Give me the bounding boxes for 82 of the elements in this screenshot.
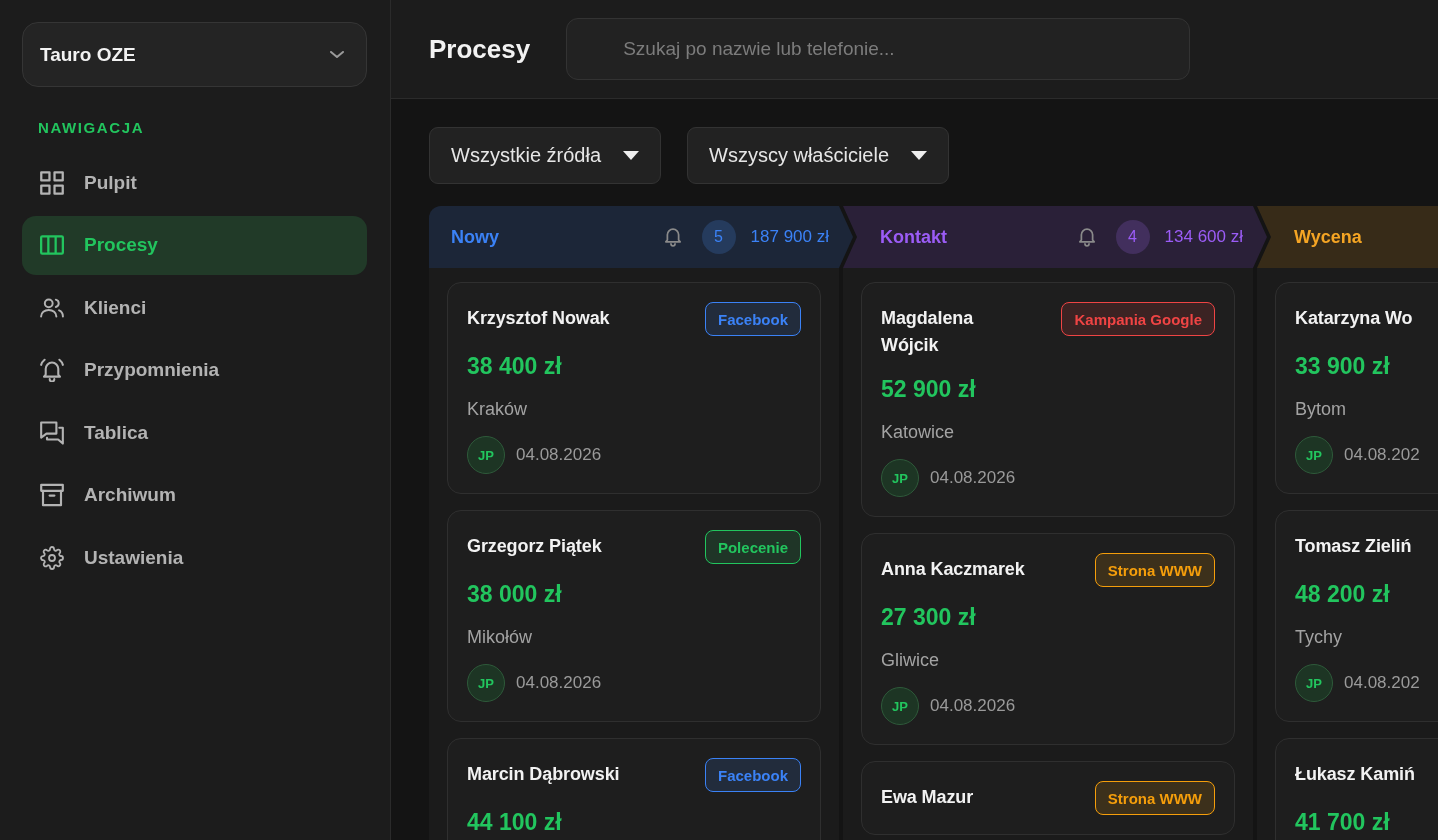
city-label: Tychy	[1295, 626, 1342, 648]
date-label: 04.08.202	[1344, 444, 1420, 466]
client-name: Katarzyna Wo	[1295, 307, 1413, 330]
date-label: 04.08.2026	[930, 695, 1016, 717]
date-label: 04.08.202	[1344, 672, 1420, 694]
city-label: Katowice	[881, 421, 955, 443]
city-label: Gliwice	[881, 649, 939, 671]
deal-amount: 33 900 zł	[1295, 352, 1390, 380]
column-total: 134 600 zł	[1164, 226, 1243, 248]
count-badge: 4	[1115, 220, 1150, 254]
users-icon	[40, 295, 64, 320]
deal-amount: 38 000 zł	[467, 580, 562, 608]
columns-icon	[40, 233, 64, 257]
filter-dropdown[interactable]: Wszyscy właściciele	[687, 127, 950, 184]
chevron-down-icon	[330, 51, 344, 58]
lead-card[interactable]: Łukasz Kamiń 41 700 zł	[1275, 738, 1438, 840]
client-name: Magdalena Wójcik	[881, 307, 975, 357]
grid-icon	[40, 170, 64, 195]
lead-card[interactable]: Marcin Dąbrowski Facebook 44 100 zł	[447, 738, 821, 840]
column-title: Wycena	[1294, 226, 1362, 249]
client-name: Marcin Dąbrowski	[467, 763, 620, 786]
filter-dropdown[interactable]: Wszystkie źródła	[429, 127, 662, 184]
owner-avatar: JP	[1295, 436, 1333, 474]
caret-down-icon	[623, 151, 640, 160]
nav-item[interactable]: Archiwum	[22, 465, 367, 525]
caret-down-icon	[911, 151, 928, 160]
nav-item[interactable]: Ustawienia	[22, 528, 367, 587]
client-name: Tomasz Zieliń	[1295, 535, 1412, 558]
lead-card[interactable]: Anna Kaczmarek Strona WWW 27 300 zł Gliwice JP 04.08.2026	[861, 533, 1235, 745]
count-badge: 5	[701, 220, 736, 254]
column-title: Nowy	[451, 226, 499, 249]
date-label: 04.08.2026	[516, 444, 602, 466]
archive-box-icon	[40, 483, 64, 507]
alarm-bell-icon	[40, 358, 64, 382]
client-name: Anna Kaczmarek	[881, 558, 1025, 581]
city-label: Kraków	[467, 398, 528, 420]
deal-amount: 38 400 zł	[467, 352, 562, 380]
owner-avatar: JP	[1295, 664, 1333, 702]
client-name: Grzegorz Piątek	[467, 535, 602, 558]
column-title: Kontakt	[880, 226, 947, 249]
lead-card[interactable]: Tomasz Zieliń 48 200 zł Tychy JP 04.08.202	[1275, 510, 1438, 722]
date-label: 04.08.2026	[516, 672, 602, 694]
source-tag: Facebook	[704, 302, 801, 336]
owner-avatar: JP	[881, 687, 919, 725]
nav-item[interactable]: Procesy	[22, 215, 367, 275]
deal-amount: 41 700 zł	[1295, 808, 1390, 836]
source-tag: Strona WWW	[1094, 553, 1215, 587]
page-title: Procesy	[429, 33, 531, 65]
nav-item[interactable]: Pulpit	[22, 153, 367, 212]
client-name: Krzysztof Nowak	[467, 307, 610, 330]
client-name: Łukasz Kamiń	[1295, 763, 1415, 786]
owner-avatar: JP	[467, 664, 505, 702]
section-label: NAWIGACJA	[38, 119, 145, 137]
lead-card[interactable]: Katarzyna Wo 33 900 zł Bytom JP 04.08.202	[1275, 282, 1438, 494]
chat-icon	[40, 420, 64, 445]
column-total: 187 900 zł	[750, 226, 829, 248]
owner-avatar: JP	[881, 459, 919, 497]
bell-icon[interactable]	[664, 227, 681, 247]
lead-card[interactable]: Ewa Mazur Strona WWW	[861, 761, 1235, 835]
owner-avatar: JP	[467, 436, 505, 474]
workspace-dropdown[interactable]: Tauro OZE	[22, 22, 367, 87]
source-tag: Kampania Google	[1061, 302, 1215, 336]
deal-amount: 27 300 zł	[881, 603, 976, 631]
deal-amount: 44 100 zł	[467, 808, 562, 836]
deal-amount: 48 200 zł	[1295, 580, 1390, 608]
deal-amount: 52 900 zł	[881, 375, 976, 403]
bell-icon[interactable]	[1078, 227, 1095, 247]
source-tag: Strona WWW	[1094, 781, 1215, 815]
nav-item[interactable]: Tablica	[22, 403, 367, 462]
lead-card[interactable]: Grzegorz Piątek Polecenie 38 000 zł Mikołów JP 04.08.2026	[447, 510, 821, 722]
gear-icon	[40, 545, 64, 570]
lead-card[interactable]: Krzysztof Nowak Facebook 38 400 zł Kraków JP 04.08.2026	[447, 282, 821, 494]
nav-item[interactable]: Klienci	[22, 278, 367, 337]
lead-card[interactable]: Magdalena Wójcik Kampania Google 52 900 zł Katowice JP 04.08.2026	[861, 282, 1235, 517]
client-name: Ewa Mazur	[881, 786, 974, 809]
source-tag: Facebook	[704, 758, 801, 792]
nav-item[interactable]: Przypomnienia	[22, 340, 367, 400]
source-tag: Polecenie	[704, 530, 801, 564]
city-label: Mikołów	[467, 626, 532, 648]
date-label: 04.08.2026	[930, 467, 1016, 489]
search-field[interactable]: Szukaj po nazwie lub telefonie...	[566, 18, 1191, 80]
city-label: Bytom	[1295, 398, 1346, 420]
